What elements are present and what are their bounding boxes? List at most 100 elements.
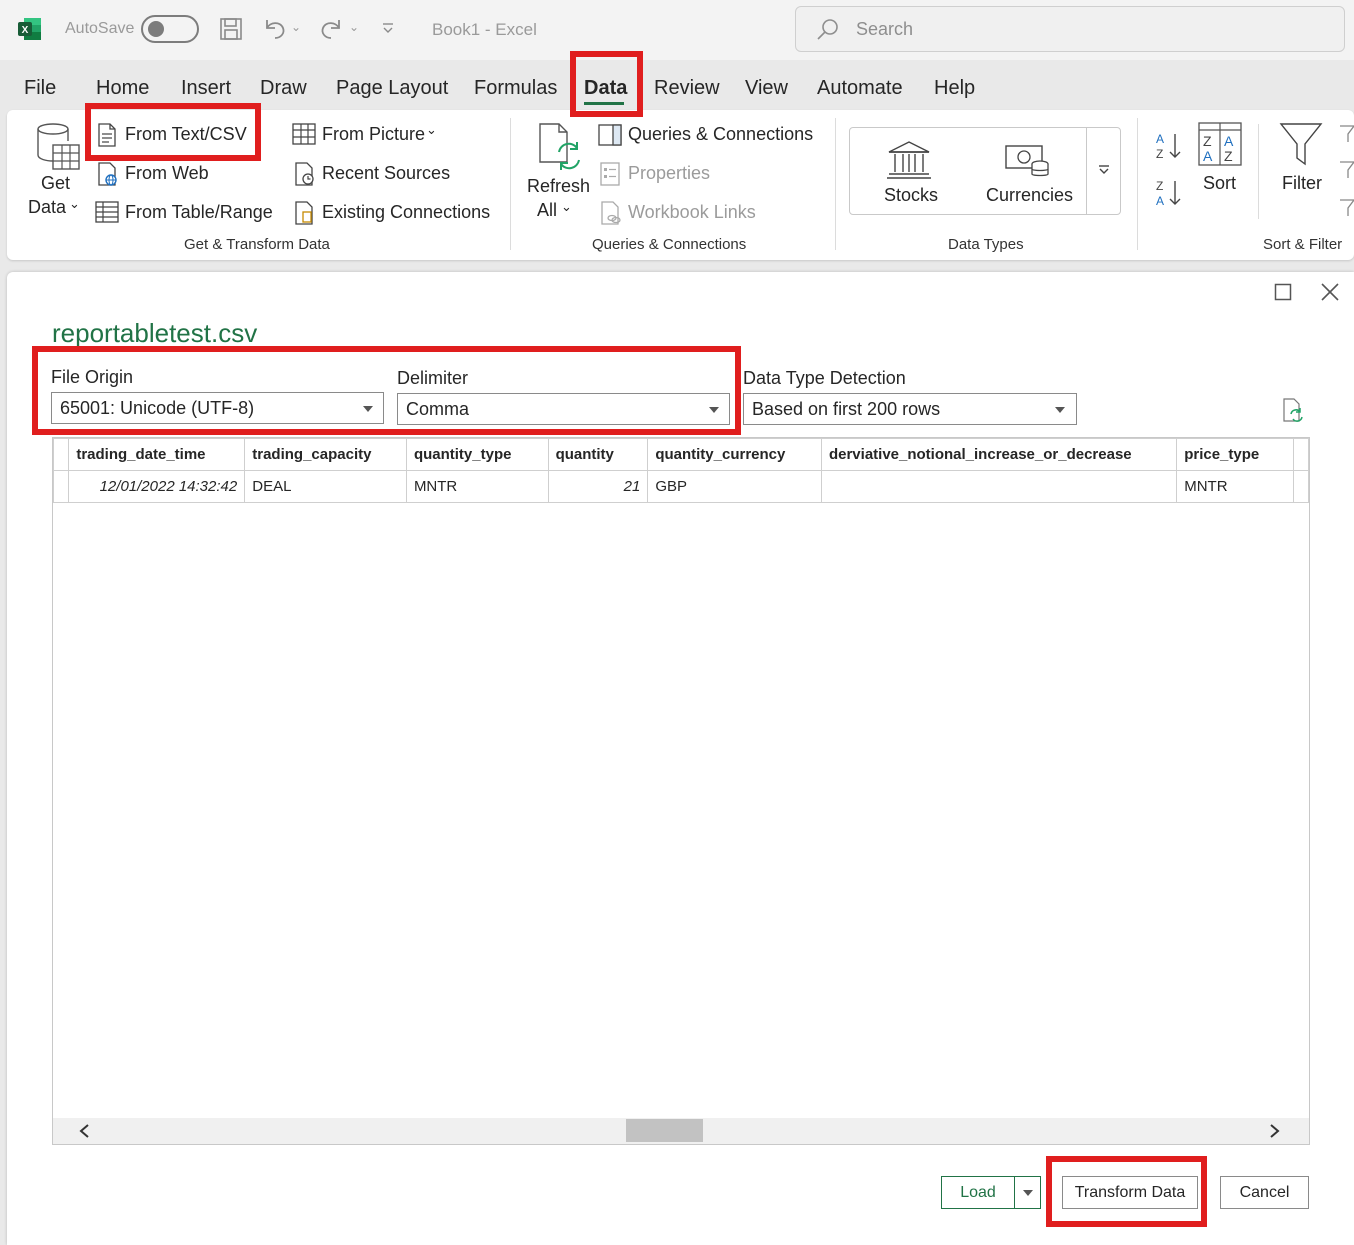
delimiter-select[interactable]: Comma — [397, 393, 730, 425]
save-icon[interactable] — [219, 17, 243, 41]
scroll-left-icon[interactable] — [78, 1124, 90, 1138]
autosave-label: AutoSave — [65, 20, 135, 37]
tab-data[interactable]: Data — [584, 77, 627, 100]
header-row: trading_date_time trading_capacity quant… — [53, 438, 1309, 471]
from-picture-chevron-icon[interactable]: ⌄ — [426, 122, 437, 138]
excel-logo-icon: X — [18, 18, 41, 40]
existing-connections-icon — [295, 201, 313, 225]
maximize-icon[interactable] — [1274, 283, 1292, 301]
column-header[interactable]: trading_date_time — [68, 438, 246, 471]
tab-page-layout[interactable]: Page Layout — [336, 77, 448, 100]
undo-icon[interactable] — [262, 16, 288, 42]
tab-help[interactable]: Help — [934, 77, 975, 100]
get-data-label-1[interactable]: Get — [41, 173, 70, 194]
close-icon[interactable] — [1321, 283, 1339, 301]
from-text-csv-button[interactable]: From Text/CSV — [125, 124, 247, 145]
table-cell: 12/01/2022 14:32:42 — [68, 470, 246, 503]
file-name-title: reportabletest.csv — [52, 318, 258, 348]
file-origin-select[interactable]: 65001: Unicode (UTF-8) — [51, 392, 384, 424]
column-header[interactable]: quantity_type — [405, 438, 549, 471]
stocks-icon — [887, 141, 931, 179]
group-separator — [835, 118, 836, 250]
currencies-button[interactable]: Currencies — [986, 185, 1073, 206]
search-placeholder: Search — [856, 19, 914, 39]
redo-dropdown-icon[interactable]: ⌄ — [349, 20, 359, 34]
get-data-label-2[interactable]: Data — [28, 197, 66, 218]
properties-button[interactable]: Properties — [628, 163, 710, 184]
row-header — [53, 470, 70, 503]
type-detection-value: Based on first 200 rows — [752, 399, 941, 419]
horizontal-scrollbar[interactable] — [53, 1118, 1309, 1144]
table-cell: GBP — [647, 470, 822, 503]
svg-text:A: A — [1224, 133, 1234, 149]
recent-sources-icon — [295, 162, 314, 186]
tab-automate[interactable]: Automate — [817, 77, 903, 100]
sort-z-to-a-icon[interactable]: Z A — [1153, 178, 1183, 208]
svg-text:A: A — [1203, 148, 1213, 164]
tab-formulas[interactable]: Formulas — [474, 77, 557, 100]
customize-qat-icon[interactable] — [380, 22, 396, 36]
from-picture-button[interactable]: From Picture — [322, 124, 425, 145]
gallery-separator — [1086, 128, 1087, 214]
recent-sources-button[interactable]: Recent Sources — [322, 163, 450, 184]
refresh-all-label-2[interactable]: All — [537, 200, 557, 221]
type-detection-select[interactable]: Based on first 200 rows — [743, 393, 1077, 425]
svg-text:Z: Z — [1203, 133, 1212, 149]
get-data-chevron-icon[interactable]: ⌄ — [69, 196, 80, 212]
autosave-toggle[interactable] — [141, 15, 199, 43]
workbook-links-button[interactable]: Workbook Links — [628, 202, 756, 223]
undo-dropdown-icon[interactable]: ⌄ — [291, 20, 301, 34]
column-header[interactable]: price_type — [1176, 438, 1294, 471]
refresh-all-chevron-icon[interactable]: ⌄ — [561, 199, 572, 215]
delimiter-value: Comma — [406, 399, 470, 419]
tab-home[interactable]: Home — [96, 77, 149, 100]
load-dropdown-button[interactable] — [1014, 1176, 1041, 1209]
sort-filter-separator — [1258, 124, 1259, 219]
preview-table: trading_date_time trading_capacity quant… — [53, 438, 1309, 503]
tab-file[interactable]: File — [24, 77, 56, 100]
queries-connections-icon — [598, 124, 622, 146]
from-web-button[interactable]: From Web — [125, 163, 209, 184]
data-types-gallery: Stocks Currencies — [849, 127, 1121, 215]
database-icon — [37, 123, 80, 170]
properties-icon — [600, 162, 620, 186]
table-cell: MNTR — [1176, 470, 1294, 503]
filter-icon — [1279, 123, 1323, 166]
transform-data-button[interactable]: Transform Data — [1062, 1176, 1198, 1209]
tab-insert[interactable]: Insert — [181, 77, 231, 100]
from-table-range-button[interactable]: From Table/Range — [125, 202, 273, 223]
existing-connections-button[interactable]: Existing Connections — [322, 202, 490, 223]
column-header[interactable]: trading_capacity — [244, 438, 407, 471]
data-preview[interactable]: trading_date_time trading_capacity quant… — [52, 437, 1310, 1145]
tab-draw[interactable]: Draw — [260, 77, 307, 100]
column-header[interactable]: derviative_notional_increase_or_decrease — [820, 438, 1178, 471]
stocks-button[interactable]: Stocks — [884, 185, 938, 206]
tab-view[interactable]: View — [745, 77, 788, 100]
text-file-icon — [98, 123, 116, 147]
scrollbar-thumb[interactable] — [626, 1119, 703, 1142]
refresh-preview-icon[interactable] — [1282, 398, 1304, 422]
tab-review[interactable]: Review — [654, 77, 720, 100]
sort-button[interactable]: Sort — [1203, 173, 1236, 194]
queries-connections-button[interactable]: Queries & Connections — [628, 124, 813, 145]
sort-filter-group-label: Sort & Filter — [1263, 236, 1343, 253]
sort-a-to-z-icon[interactable]: A Z — [1153, 131, 1183, 161]
sort-icon: Z A A Z — [1198, 122, 1242, 166]
svg-text:A: A — [1156, 194, 1164, 208]
filter-button[interactable]: Filter — [1282, 173, 1322, 194]
search-box[interactable]: Search — [795, 6, 1345, 52]
web-file-icon — [98, 162, 117, 186]
scroll-right-icon[interactable] — [1269, 1124, 1281, 1138]
filter-options-icon[interactable] — [1338, 124, 1354, 224]
load-button[interactable]: Load — [941, 1176, 1015, 1209]
svg-text:Z: Z — [1224, 148, 1233, 164]
refresh-all-label-1[interactable]: Refresh — [527, 176, 590, 197]
gallery-more-icon[interactable] — [1098, 165, 1110, 175]
group-separator — [510, 118, 511, 250]
file-origin-label: File Origin — [51, 367, 134, 387]
column-header[interactable]: quantity_currency — [647, 438, 822, 471]
column-header[interactable]: quantity — [547, 438, 649, 471]
redo-icon[interactable] — [318, 16, 344, 42]
cancel-button[interactable]: Cancel — [1220, 1176, 1309, 1209]
get-transform-group-label: Get & Transform Data — [184, 236, 330, 253]
